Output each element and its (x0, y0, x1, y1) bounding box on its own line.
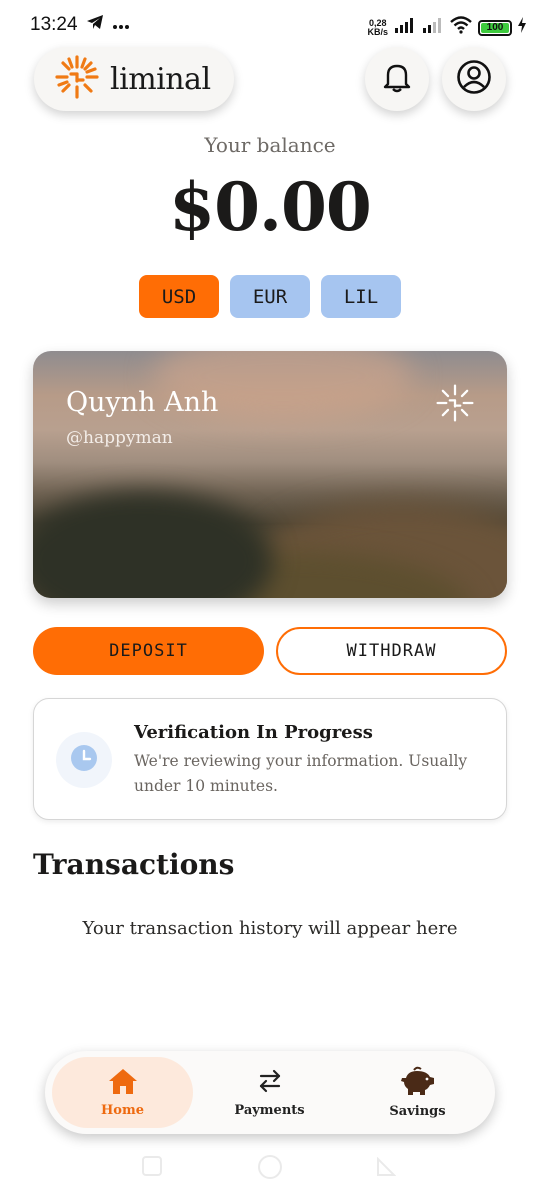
balance-label: Your balance (204, 133, 336, 157)
status-time: 13:24 (30, 14, 78, 35)
system-home-button[interactable] (258, 1155, 282, 1179)
clock-icon (70, 744, 98, 776)
nav-payments[interactable]: Payments (199, 1057, 340, 1128)
nav-savings-label: Savings (389, 1104, 446, 1119)
account-card[interactable]: Quynh Anh @happyman (33, 351, 507, 598)
card-handle: @happyman (66, 428, 173, 448)
transfer-arrows-icon (256, 1067, 284, 1099)
deposit-button[interactable]: DEPOSIT (33, 627, 264, 675)
battery-icon: 100 (478, 19, 512, 36)
profile-icon (456, 59, 492, 99)
recent-apps-button[interactable] (142, 1156, 162, 1176)
brand-name: liminal (110, 61, 211, 97)
card-holder-name: Quynh Anh (66, 387, 219, 418)
currency-eur-button[interactable]: EUR (230, 275, 310, 318)
transactions-empty-state: Your transaction history will appear her… (82, 918, 458, 939)
currency-usd-button[interactable]: USD (139, 275, 219, 318)
nav-savings[interactable]: Savings (347, 1057, 488, 1128)
telegram-icon (86, 14, 104, 34)
home-icon (108, 1067, 138, 1099)
wifi-icon (450, 16, 472, 39)
status-bar: 13:24 0,28 KB/s 100 (0, 0, 540, 52)
network-speed: 0,28 KB/s (367, 17, 388, 37)
signal-icon (394, 17, 416, 38)
notifications-button[interactable] (365, 47, 429, 111)
transactions-title: Transactions (33, 848, 235, 881)
signal-icon (422, 17, 444, 38)
verification-status-card: Verification In Progress We're reviewing… (33, 698, 507, 820)
liminal-logo-icon (435, 383, 475, 427)
balance-amount: $0.00 (169, 168, 372, 246)
verification-title: Verification In Progress (134, 722, 373, 743)
profile-button[interactable] (442, 47, 506, 111)
system-back-button[interactable] (376, 1156, 397, 1181)
withdraw-button[interactable]: WITHDRAW (276, 627, 507, 675)
charging-icon (518, 17, 526, 38)
verification-text: We're reviewing your information. Usuall… (134, 752, 468, 795)
currency-lil-button[interactable]: LIL (321, 275, 401, 318)
more-dots-icon (112, 15, 130, 34)
nav-payments-label: Payments (234, 1103, 305, 1118)
bell-icon (382, 61, 412, 97)
currency-selector: USD EUR LIL (0, 275, 540, 318)
system-navigation-bar (0, 1154, 540, 1184)
liminal-logo-icon (54, 54, 100, 104)
bottom-navigation: Home Payments Savings (45, 1051, 495, 1134)
nav-home[interactable]: Home (52, 1057, 193, 1128)
brand-logo: liminal (34, 47, 234, 111)
nav-home-label: Home (101, 1103, 144, 1118)
piggy-bank-icon (400, 1066, 436, 1100)
